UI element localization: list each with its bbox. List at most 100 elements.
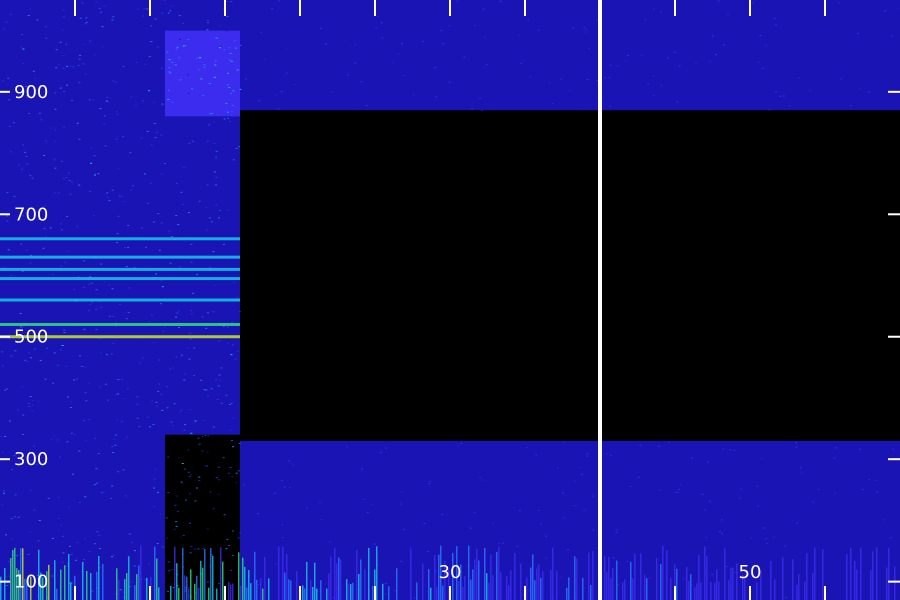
noise-dot (204, 465, 207, 467)
noise-dot (65, 43, 68, 45)
noise-dot (579, 467, 582, 469)
noise-dot (281, 45, 284, 47)
noise-dot (154, 18, 157, 20)
noise-dot (181, 463, 184, 464)
noise-dot (211, 7, 213, 9)
burst-streak (778, 575, 780, 600)
noise-dot (897, 450, 900, 452)
noise-dot (111, 446, 114, 448)
noise-dot (375, 78, 378, 80)
noise-dot (296, 462, 299, 464)
burst-streak (828, 581, 830, 600)
noise-dot (36, 19, 39, 21)
noise-dot (355, 63, 358, 65)
noise-dot (111, 485, 114, 487)
noise-dot (764, 44, 767, 46)
noise-dot (30, 412, 33, 414)
noise-dot (103, 123, 106, 125)
noise-dot (37, 540, 40, 542)
noise-dot (314, 530, 317, 532)
noise-dot (740, 488, 742, 490)
burst-streak (792, 559, 794, 600)
noise-dot (93, 54, 96, 56)
burst-streak (808, 567, 810, 600)
noise-dot (29, 175, 32, 177)
noise-dot (583, 27, 586, 28)
noise-dot (231, 321, 234, 323)
noise-dot (105, 354, 108, 356)
burst-streak (476, 548, 478, 600)
noise-dot (381, 57, 384, 59)
burst-streak (586, 579, 588, 600)
noise-dot (214, 60, 217, 62)
noise-dot (678, 65, 681, 67)
burst-streak (388, 586, 390, 600)
noise-dot (347, 60, 350, 62)
noise-dot (573, 505, 576, 507)
noise-dot (7, 561, 10, 562)
noise-dot (200, 379, 203, 381)
noise-dot (213, 143, 216, 145)
noise-dot (169, 10, 172, 12)
noise-dot (278, 0, 281, 2)
noise-dot (95, 289, 98, 291)
noise-dot (122, 591, 125, 593)
burst-streak (886, 567, 888, 600)
noise-dot (81, 366, 84, 367)
noise-dot (717, 0, 720, 2)
noise-dot (154, 137, 157, 139)
noise-dot (743, 518, 746, 520)
burst-streak (154, 546, 156, 600)
noise-dot (175, 521, 178, 523)
noise-dot (691, 27, 694, 29)
noise-dot (399, 4, 402, 5)
noise-dot (190, 243, 193, 245)
noise-dot (189, 522, 191, 524)
noise-dot (38, 112, 41, 114)
noise-dot (20, 46, 23, 48)
noise-dot (397, 18, 400, 20)
noise-dot (306, 507, 308, 509)
noise-dot (144, 63, 147, 65)
burst-streak (782, 557, 784, 600)
noise-dot (266, 480, 268, 482)
burst-streak (712, 585, 714, 600)
noise-dot (343, 39, 346, 41)
noise-dot (229, 467, 232, 468)
noise-dot (218, 479, 221, 481)
noise-dot (67, 396, 69, 398)
noise-dot (889, 537, 892, 539)
noise-dot (704, 509, 706, 511)
noise-dot (171, 5, 174, 7)
noise-dot (84, 23, 87, 25)
noise-dot (844, 446, 847, 448)
noise-dot (187, 471, 190, 473)
noise-dot (231, 104, 234, 106)
burst-streak (98, 556, 100, 600)
noise-dot (83, 260, 85, 262)
noise-dot (676, 101, 679, 103)
noise-dot (178, 15, 181, 17)
burst-streak (68, 554, 70, 600)
burst-streak (352, 582, 354, 600)
burst-streak (706, 555, 708, 600)
noise-dot (647, 83, 650, 85)
noise-dot (33, 445, 35, 447)
noise-dot (204, 28, 207, 30)
burst-streak (268, 578, 270, 600)
burst-streak (506, 576, 508, 600)
noise-dot (429, 481, 432, 482)
noise-dot (151, 242, 154, 244)
noise-dot (153, 506, 156, 508)
noise-dot (557, 467, 560, 469)
noise-dot (115, 111, 118, 113)
noise-dot (182, 204, 185, 205)
noise-dot (123, 134, 126, 136)
noise-dot (128, 533, 131, 535)
noise-dot (375, 27, 378, 29)
noise-dot (479, 98, 482, 100)
noise-dot (122, 136, 124, 138)
burst-streak (612, 567, 614, 600)
burst-streak (134, 585, 136, 600)
noise-dot (47, 497, 50, 499)
